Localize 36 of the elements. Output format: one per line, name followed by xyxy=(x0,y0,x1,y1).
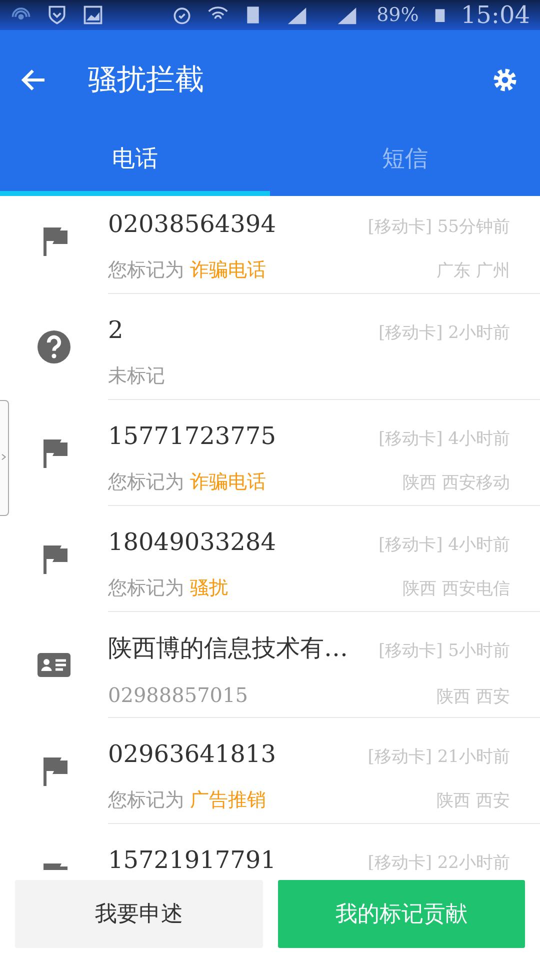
phone-number: 02988857015 xyxy=(108,682,248,708)
tab[interactable]: 短信 xyxy=(270,130,540,196)
mark-note: 您标记为 广告推销 xyxy=(108,788,266,812)
call-info: [移动卡] 4小时前 xyxy=(378,428,510,450)
call-info: [移动卡] 5小时前 xyxy=(378,640,510,662)
mark-note: 您标记为 诈骗电话 xyxy=(108,258,266,282)
question-mark-icon xyxy=(36,328,72,364)
location: 广东 广州 xyxy=(436,260,510,282)
action-button[interactable]: 我的标记贡献 xyxy=(278,880,525,948)
mark-note: 您标记为 骚扰 xyxy=(108,576,228,600)
tab[interactable]: 电话 xyxy=(0,130,270,196)
location: 陕西 西安 xyxy=(436,686,510,708)
mark-note: 您标记为 诈骗电话 xyxy=(108,470,266,494)
caller-name: 18049033284 xyxy=(108,526,276,558)
call-info: [移动卡] 21小时前 xyxy=(368,746,510,768)
screen-title: 骚扰拦截 xyxy=(88,61,205,98)
call-info: [移动卡] 2小时前 xyxy=(378,322,510,344)
caller-name: 15721917791 xyxy=(108,844,276,870)
battery-percent: 89% xyxy=(376,2,419,28)
caller-name: 02963641813 xyxy=(108,738,276,770)
location: 陕西 西安移动 xyxy=(402,472,510,494)
location: 陕西 西安 xyxy=(436,790,510,812)
caller-name: 陕西博的信息技术有… xyxy=(108,632,348,664)
call-info: [移动卡] 55分钟前 xyxy=(368,216,510,238)
image-icon xyxy=(82,4,104,26)
mark-note: 未标记 xyxy=(108,364,165,388)
clock: 15:04 xyxy=(460,0,530,31)
caller-name: 02038564394 xyxy=(108,208,276,240)
action-button[interactable]: 我要申述 xyxy=(15,880,262,948)
call-info: [移动卡] 4小时前 xyxy=(378,534,510,556)
caller-name: 15771723775 xyxy=(108,420,276,452)
shield-icon xyxy=(46,4,68,26)
call-info: [移动卡] 22小时前 xyxy=(368,852,510,870)
location: 陕西 西安电信 xyxy=(402,578,510,600)
caller-name: 2 xyxy=(108,314,124,346)
edge-handle[interactable] xyxy=(0,400,9,516)
